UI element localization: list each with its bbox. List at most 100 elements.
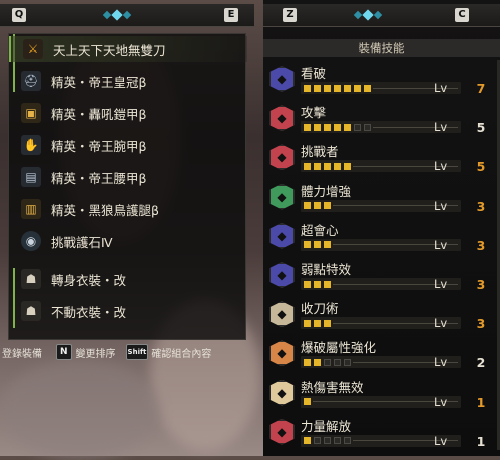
level-pip-filled [304,358,311,366]
level-label: Lv [434,198,448,213]
left-tab-indicator[interactable] [102,8,132,22]
level-pip-filled [334,84,341,92]
equipment-row-waist[interactable]: ▤ 精英・帝王腰甲β [9,164,245,190]
level-pip-filled [314,84,321,92]
equipment-panel: Q E ⚔ 天上天下天地無雙刀 ⛑ 精英・帝王皇冠β ▣ 精英・轟吼鎧甲β ✋ … [0,0,254,456]
skill-row[interactable]: ◆ 挑戰者 Lv 5 [269,140,496,178]
equipment-row-mantle-2[interactable]: ☗ 不動衣裝・改 [9,298,245,324]
skill-icon: ◆ [269,144,295,171]
charm-icon: ◉ [21,231,41,251]
tab-dot-active-icon [362,9,374,21]
level-pip-filled [324,319,331,327]
tab-dot-active-icon [111,9,123,21]
tab-dot-icon [102,10,112,20]
skill-row[interactable]: ◆ 爆破屬性強化 Lv 2 [269,336,496,374]
e-key-button[interactable]: E [224,8,238,22]
skill-name: 爆破屬性強化 [301,340,377,356]
level-pip-filled [304,202,311,210]
skill-icon: ◆ [269,105,295,132]
right-tab-indicator[interactable] [353,8,383,22]
skill-name: 弱點特效 [301,262,352,277]
skill-icon: ◆ [269,418,295,445]
skill-level-value: 1 [476,433,486,449]
level-label: Lv [434,237,448,252]
left-tab-bar: Q E [0,4,254,27]
mantle-icon: ☗ [21,301,41,321]
skill-row[interactable]: ◆ 攻擊 Lv 5 [269,101,496,139]
level-pip-filled [304,319,311,327]
skill-level-value: 1 [476,394,486,410]
level-pip-filled [364,84,371,92]
skill-name: 挑戰者 [301,144,339,160]
skill-icon: ◆ [269,66,295,92]
skill-level-value: 2 [476,355,486,371]
equipment-row-mantle-1[interactable]: ☗ 轉身衣裝・改 [9,266,245,292]
equipment-row-head[interactable]: ⛑ 精英・帝王皇冠β [9,68,245,94]
equipment-row-legs[interactable]: ▥ 精英・黑狼鳥護腿β [9,196,245,222]
z-key-button[interactable]: Z [283,8,297,22]
q-key-button[interactable]: Q [12,8,26,22]
level-pip-empty [324,437,331,445]
skill-row[interactable]: ◆ 收刀術 Lv 3 [269,297,496,335]
level-pip-filled [324,162,331,170]
level-label: Lv [434,355,448,370]
arm-armor-icon: ✋ [21,135,41,155]
equipment-row-charm[interactable]: ◉ 挑戰護石Ⅳ [9,228,245,254]
level-label: Lv [434,81,448,95]
equipment-row-arms[interactable]: ✋ 精英・帝王腕甲β [9,132,245,158]
level-pip-filled [314,280,321,288]
level-label: Lv [434,120,448,135]
skill-icon: ◆ [269,379,295,406]
skill-level-value: 7 [476,81,486,96]
skill-row[interactable]: ◆ 看破 Lv 7 [269,62,496,100]
level-pip-empty [314,437,321,445]
level-pip-filled [304,162,311,170]
skill-name: 熱傷害無效 [301,379,364,395]
skill-icon: ◆ [269,301,295,328]
level-label: Lv [434,316,448,331]
tab-dot-icon [122,10,132,20]
register-equipment-button[interactable]: 登錄裝備 [2,345,42,360]
equipment-name: 不動衣裝・改 [51,304,127,320]
level-pip-filled [304,241,311,249]
level-pip-filled [314,123,321,131]
level-pip-filled [324,123,331,131]
skill-level-value: 5 [476,120,486,136]
equipment-name: 天上天下天地無雙刀 [53,42,166,58]
level-pip-filled [344,123,351,131]
shift-key-icon: Shift [125,344,149,360]
level-pip-filled [354,84,361,92]
skill-name: 攻擊 [301,105,327,121]
skill-name: 收刀術 [301,301,339,317]
skill-row[interactable]: ◆ 熱傷害無效 Lv 1 [269,376,496,414]
level-pip-filled [324,241,331,249]
skill-row[interactable]: ◆ 體力增強 Lv 3 [269,180,496,218]
level-pip-filled [314,162,321,170]
level-pip-empty [334,358,341,366]
level-label: Lv [434,277,448,291]
equipment-name: 精英・轟吼鎧甲β [51,106,147,122]
equipment-row-weapon[interactable]: ⚔ 天上天下天地無雙刀 [9,36,247,62]
equipment-list: ⚔ 天上天下天地無雙刀 ⛑ 精英・帝王皇冠β ▣ 精英・轟吼鎧甲β ✋ 精英・帝… [8,33,247,340]
change-sort-button[interactable]: 變更排序 [76,345,116,360]
c-key-button[interactable]: C [455,8,469,22]
equipment-name: 精英・黑狼鳥護腿β [51,202,159,218]
confirm-combination-button[interactable]: 確認組合內容 [151,345,211,360]
level-pip-filled [304,280,311,288]
level-pip-empty [344,358,351,366]
level-pip-filled [304,123,311,131]
skill-row[interactable]: ◆ 力量解放 Lv 1 [269,415,496,453]
level-pip-filled [304,437,311,445]
helm-icon: ⛑ [21,71,41,91]
skill-row[interactable]: ◆ 超會心 Lv 3 [269,219,496,257]
skill-level-value: 3 [476,237,486,253]
skill-row[interactable]: ◆ 弱點特效 Lv 3 [269,258,496,296]
skill-icon: ◆ [269,262,295,288]
right-tab-bar: Z C [263,4,500,27]
equipment-name: 精英・帝王皇冠β [51,74,147,90]
equipment-name: 精英・帝王腕甲β [51,138,147,154]
level-pip-filled [344,84,351,92]
bottom-key-hints: 登錄裝備 N 變更排序 Shift 確認組合內容 [0,343,254,361]
level-pip-filled [314,202,321,210]
equipment-row-chest[interactable]: ▣ 精英・轟吼鎧甲β [9,100,245,126]
